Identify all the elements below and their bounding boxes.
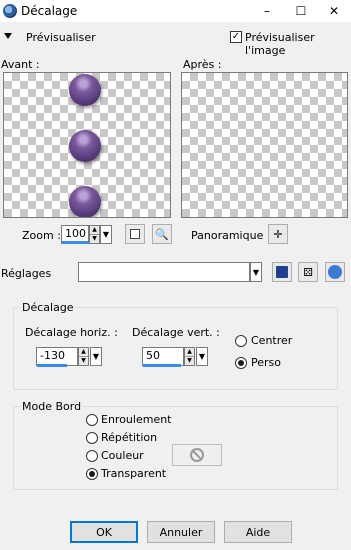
wrap-radio[interactable] [86, 414, 98, 426]
wrap-label: Enroulement [101, 413, 172, 426]
no-color-icon [190, 448, 204, 462]
transparent-radio[interactable] [86, 468, 98, 480]
horizontal-offset-label: Décalage horiz. : [25, 326, 118, 339]
cancel-button[interactable]: Annuler [147, 521, 215, 543]
spin-down-icon[interactable]: ▼ [79, 356, 88, 365]
custom-radio[interactable] [235, 357, 247, 369]
preview-image-label: Prévisualiser l'image [245, 31, 315, 57]
zoom-to-fit-button[interactable] [125, 224, 145, 244]
pan-button[interactable]: ✛ [268, 224, 288, 244]
center-label: Centrer [251, 334, 293, 347]
help-button[interactable]: Aide [224, 521, 292, 543]
pan-label: Panoramique : [191, 229, 271, 242]
edge-mode-group-label: Mode Bord [22, 400, 82, 413]
after-label: Après : [183, 58, 222, 71]
before-preview-pane[interactable] [3, 72, 171, 218]
chevron-down-icon: ▼ [198, 352, 206, 361]
vertical-offset-label: Décalage vert. : [132, 326, 220, 339]
purple-ball [69, 74, 101, 106]
magnifier-icon: 🔍 [155, 227, 169, 241]
random-preset-button[interactable]: ⚄ [298, 262, 318, 282]
zoom-spinner[interactable]: ▲ ▼ [89, 225, 100, 244]
radio-selected-dot [238, 360, 244, 366]
zoom-fit-icon [130, 229, 140, 239]
vertical-offset-spinner[interactable]: ▲ ▼ [184, 347, 195, 366]
repeat-label: Répétition [101, 431, 158, 444]
after-preview-pane[interactable] [181, 72, 348, 218]
chevron-down-icon: ▼ [92, 352, 100, 361]
close-button[interactable]: ✕ [317, 0, 351, 22]
app-icon [3, 4, 17, 18]
center-radio[interactable] [235, 335, 247, 347]
spin-down-icon[interactable]: ▼ [90, 234, 99, 243]
purple-ball [69, 186, 101, 217]
vertical-offset-dropdown[interactable]: ▼ [196, 347, 208, 366]
zoom-tool-button[interactable]: 🔍 [152, 224, 172, 244]
repeat-radio[interactable] [86, 432, 98, 444]
chevron-down-icon: ▼ [102, 230, 110, 239]
before-label: Avant : [1, 58, 40, 71]
zoom-label: Zoom : [22, 229, 61, 242]
custom-label: Perso [251, 356, 281, 369]
zoom-dropdown[interactable]: ▼ [100, 225, 112, 244]
offset-group-label: Décalage [22, 301, 74, 314]
move-arrows-icon: ✛ [273, 227, 283, 241]
horizontal-offset-spinner[interactable]: ▲ ▼ [78, 347, 89, 366]
horizontal-offset-dropdown[interactable]: ▼ [90, 347, 102, 366]
vertical-offset-slider-indicator [143, 364, 181, 367]
preview-toggle-label[interactable]: Prévisualiser [26, 31, 96, 44]
color-radio[interactable] [86, 450, 98, 462]
ok-button[interactable]: OK [70, 521, 138, 543]
preview-image-checkbox[interactable]: ✓ [230, 31, 242, 43]
reset-preset-button[interactable] [325, 262, 345, 282]
horizontal-offset-slider-indicator [37, 364, 67, 367]
color-label: Couleur [101, 449, 144, 462]
presets-label: Réglages [1, 267, 52, 280]
presets-dropdown[interactable]: ▼ [250, 262, 262, 282]
floppy-disk-icon [276, 266, 288, 278]
collapse-triangle-icon[interactable] [4, 33, 12, 39]
spin-up-icon[interactable]: ▲ [90, 226, 99, 234]
dice-icon: ⚄ [303, 265, 313, 279]
color-swatch[interactable] [172, 444, 222, 466]
minimize-button[interactable]: – [250, 0, 284, 22]
maximize-button[interactable]: ☐ [284, 0, 318, 22]
transparent-label: Transparent [101, 467, 167, 480]
spin-down-icon[interactable]: ▼ [185, 356, 194, 365]
save-preset-button[interactable] [272, 262, 292, 282]
spin-up-icon[interactable]: ▲ [185, 348, 194, 356]
spin-up-icon[interactable]: ▲ [79, 348, 88, 356]
presets-select[interactable] [78, 262, 250, 282]
radio-selected-dot [89, 471, 95, 477]
chevron-down-icon: ▼ [252, 267, 260, 277]
check-icon: ✓ [231, 31, 241, 42]
purple-ball [69, 130, 101, 162]
zoom-slider-indicator [62, 241, 89, 244]
window-title: Décalage [21, 4, 78, 18]
reset-circle-icon [328, 265, 342, 279]
